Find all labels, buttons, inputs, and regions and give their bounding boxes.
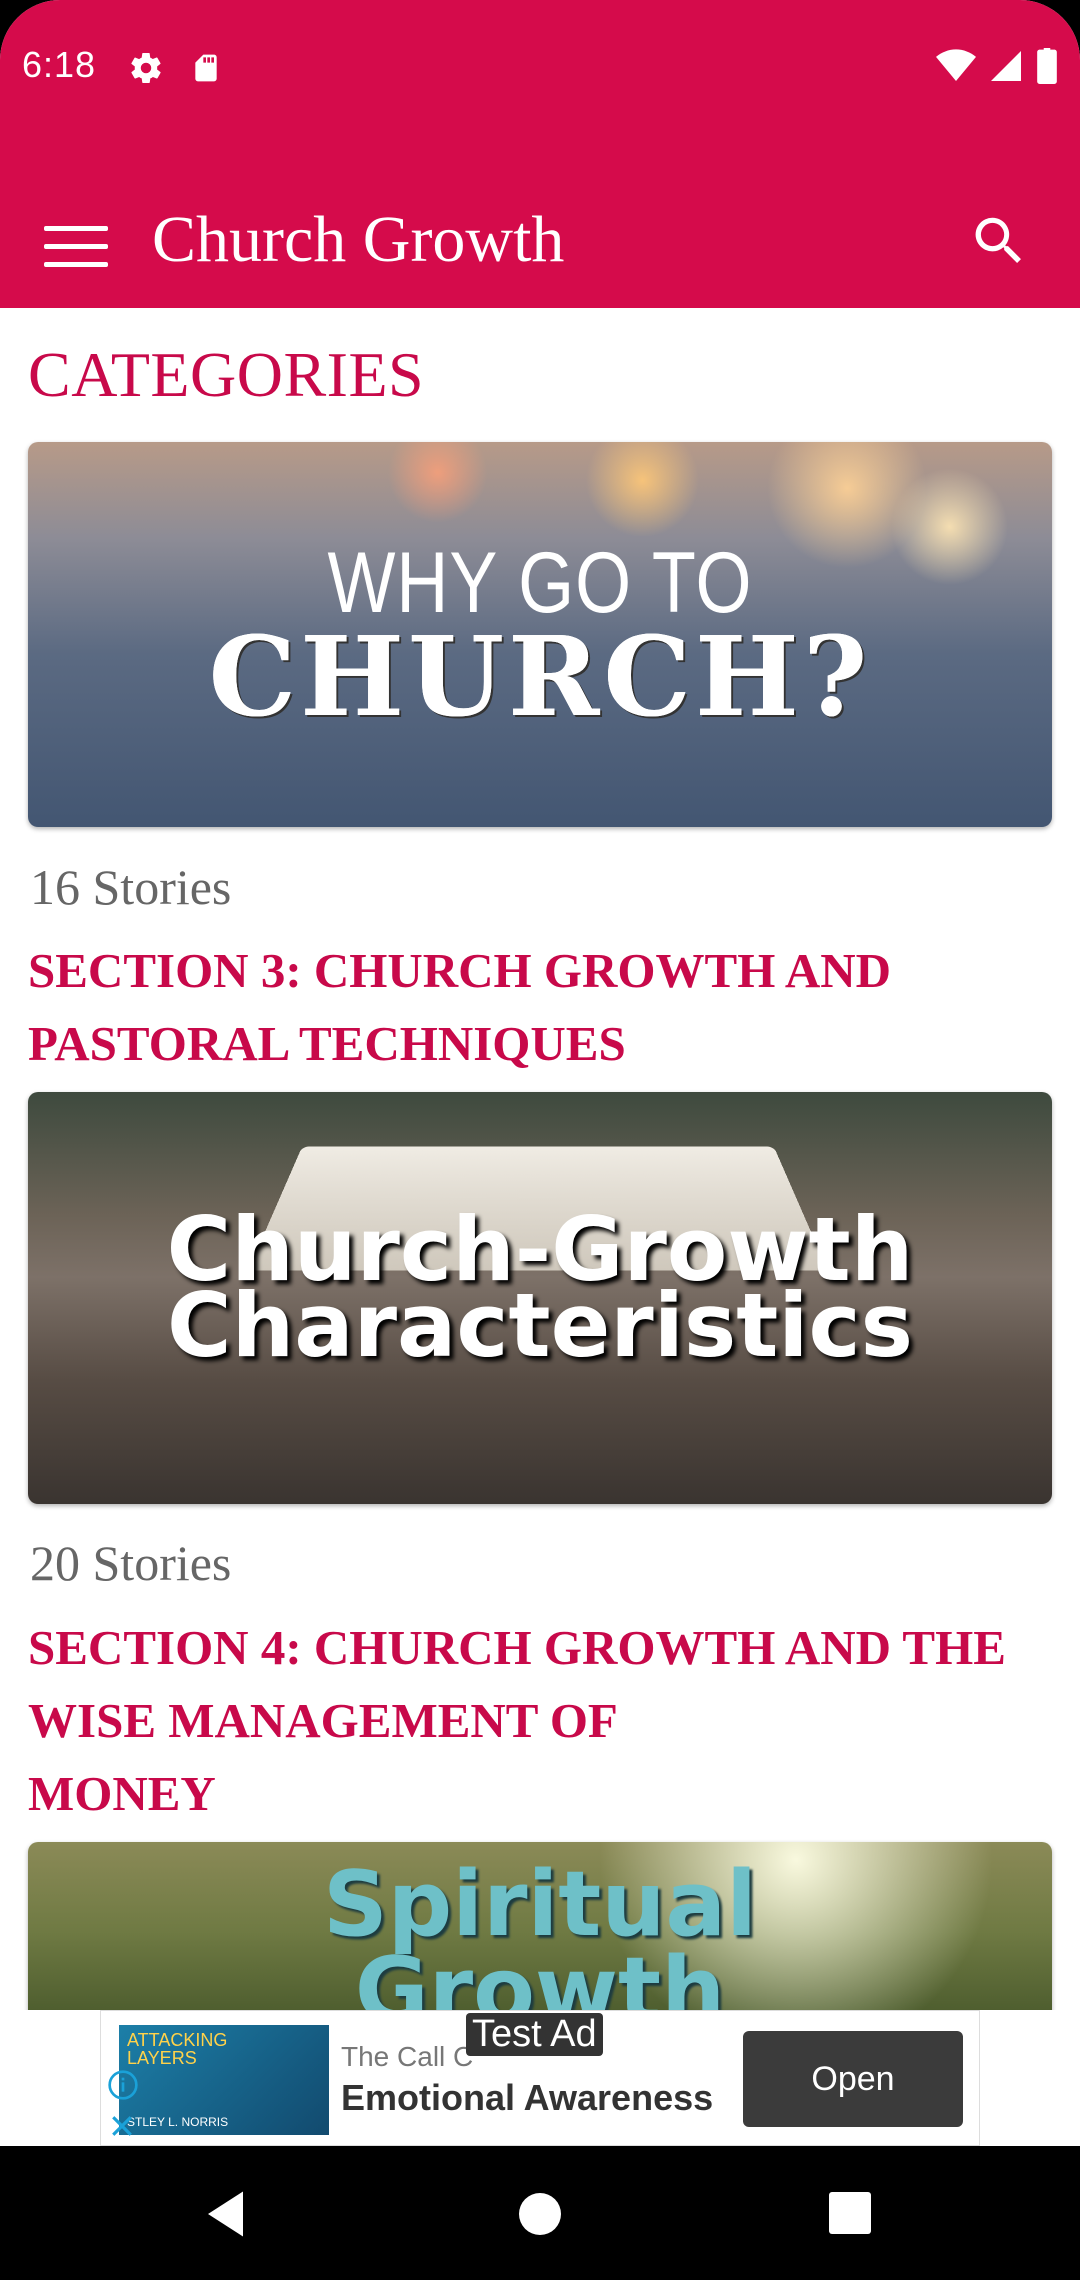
image-text: Church-Growth Characteristics: [166, 1198, 914, 1377]
status-time: 6:18: [22, 44, 97, 85]
top-bar: 6:18 Church Growth: [0, 0, 1080, 308]
test-ad-label: Test Ad: [466, 2013, 603, 2056]
signal-icon: [991, 51, 1021, 81]
ad-open-button[interactable]: Open: [743, 2031, 963, 2127]
image-text: CHURCH?: [208, 612, 872, 741]
ad-source: The Call C: [341, 2041, 474, 2072]
search-icon[interactable]: [968, 210, 1030, 272]
app-title: Church Growth: [152, 203, 565, 276]
status-right-icons: [936, 48, 1058, 84]
image-text: Spiritual Growth: [322, 1852, 757, 2011]
hamburger-menu-icon[interactable]: [44, 214, 108, 278]
status-bar: 6:18: [0, 0, 1080, 130]
ad-banner[interactable]: ATTACKING LAYERS STLEY L. NORRIS The Cal…: [100, 2010, 980, 2146]
close-icon[interactable]: [107, 2111, 137, 2141]
section-title[interactable]: SECTION 3: CHURCH GROWTH AND PASTORAL TE…: [28, 934, 1058, 1080]
navigation-bar: [0, 2146, 1080, 2280]
main-content: CATEGORIES WHY GO TO CHURCH? 16 Stories …: [0, 308, 1080, 2010]
category-image-spiritual-growth[interactable]: Spiritual Growth: [28, 1842, 1052, 2010]
ad-thumbnail[interactable]: ATTACKING LAYERS STLEY L. NORRIS: [119, 2025, 329, 2135]
settings-icon: [131, 52, 161, 84]
wifi-icon: [936, 49, 976, 81]
battery-icon: [1037, 48, 1057, 84]
home-icon[interactable]: [519, 2193, 561, 2235]
category-image-church-growth-characteristics[interactable]: Church-Growth Characteristics: [28, 1092, 1052, 1504]
recent-apps-icon[interactable]: [829, 2192, 871, 2234]
story-count: 16 Stories: [30, 859, 232, 915]
screen: 6:18 Church Growth CATEGORIES WHY GO TO …: [0, 0, 1080, 2280]
sd-card-icon: [195, 54, 217, 82]
back-icon[interactable]: [198, 2184, 258, 2244]
section-title[interactable]: SECTION 4: CHURCH GROWTH AND THE WISE MA…: [28, 1611, 1058, 1830]
ad-headline[interactable]: Emotional Awareness: [341, 2077, 713, 2119]
category-image-why-go-to-church[interactable]: WHY GO TO CHURCH?: [28, 442, 1052, 827]
app-bar: Church Growth: [0, 190, 1080, 308]
story-count: 20 Stories: [30, 1535, 232, 1591]
categories-heading: CATEGORIES: [28, 339, 425, 410]
info-icon[interactable]: [107, 2069, 139, 2101]
